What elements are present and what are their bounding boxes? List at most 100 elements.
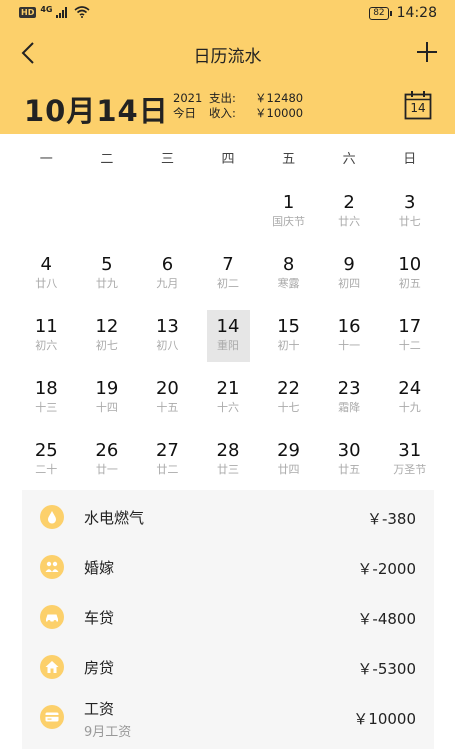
- car-loan-icon: [40, 605, 64, 629]
- lunar-date: 十四: [95, 401, 118, 414]
- transaction-amount: ￥-380: [366, 510, 416, 528]
- lunar-date: 十二: [398, 339, 421, 352]
- transaction-item[interactable]: 车贷 ￥-4800: [22, 592, 434, 642]
- calendar-empty-cell: [137, 184, 198, 246]
- calendar-day[interactable]: 23 霜降: [319, 370, 380, 432]
- calendar-day[interactable]: 19 十四: [77, 370, 138, 432]
- transaction-item[interactable]: 水电燃气 ￥-380: [22, 492, 434, 542]
- day-number: 29: [277, 440, 301, 461]
- lunar-date: 廿二: [156, 463, 179, 476]
- calendar-day[interactable]: 16 十一: [319, 308, 380, 370]
- day-number: 17: [398, 316, 422, 337]
- income-label: 收入:: [209, 106, 236, 120]
- calendar-day[interactable]: 4 廿八: [16, 246, 77, 308]
- status-bar: HD 4G 82 14:28: [0, 0, 455, 28]
- calendar-day[interactable]: 10 初五: [379, 246, 440, 308]
- day-number: 13: [155, 316, 179, 337]
- header-area: HD 4G 82 14:28 日历流水 10月14日 2021 支出: ￥12480…: [0, 0, 455, 134]
- calendar-button[interactable]: 14: [404, 90, 432, 120]
- nav-bar: 日历流水: [0, 34, 455, 74]
- day-number: 22: [277, 378, 301, 399]
- lunar-date: 廿九: [95, 277, 118, 290]
- calendar-day[interactable]: 31 万圣节: [379, 432, 440, 494]
- day-number: 4: [40, 254, 52, 275]
- day-number: 18: [34, 378, 58, 399]
- lunar-date: 十一: [338, 339, 361, 352]
- calendar-day[interactable]: 20 十五: [137, 370, 198, 432]
- weekday-label: 二: [100, 152, 114, 167]
- calendar-day[interactable]: 18 十三: [16, 370, 77, 432]
- day-number: 10: [398, 254, 422, 275]
- day-number: 30: [337, 440, 361, 461]
- calendar-day[interactable]: 27 廿二: [137, 432, 198, 494]
- calendar-day[interactable]: 9 初四: [319, 246, 380, 308]
- page-title: 日历流水: [193, 47, 262, 67]
- calendar-day[interactable]: 1 国庆节: [258, 184, 319, 246]
- status-time: 14:28: [396, 5, 437, 21]
- lunar-date: 廿八: [35, 277, 58, 290]
- transaction-item[interactable]: 房贷 ￥-5300: [22, 642, 434, 692]
- calendar-day[interactable]: 25 二十: [16, 432, 77, 494]
- lunar-date: 万圣节: [393, 463, 427, 476]
- lunar-date: 初六: [35, 339, 58, 352]
- expense-value: ￥12480: [255, 91, 304, 105]
- lunar-date: 重阳: [216, 339, 239, 352]
- calendar-day[interactable]: 6 九月: [137, 246, 198, 308]
- day-number: 21: [216, 378, 240, 399]
- add-icon[interactable]: [415, 40, 439, 64]
- calendar-day[interactable]: 2 廿六: [319, 184, 380, 246]
- lunar-date: 九月: [156, 277, 179, 290]
- calendar-day[interactable]: 5 廿九: [77, 246, 138, 308]
- calendar-icon-day: 14: [410, 101, 426, 115]
- calendar-day[interactable]: 8 寒露: [258, 246, 319, 308]
- calendar-day[interactable]: 17 十二: [379, 308, 440, 370]
- calendar-day[interactable]: 7 初二: [198, 246, 259, 308]
- day-number: 1: [282, 192, 295, 213]
- calendar-day[interactable]: 29 廿四: [258, 432, 319, 494]
- day-number: 11: [34, 316, 58, 337]
- calendar-day[interactable]: 21 十六: [198, 370, 259, 432]
- day-number: 12: [95, 316, 119, 337]
- calendar-day[interactable]: 30 廿五: [319, 432, 380, 494]
- day-number: 16: [337, 316, 361, 337]
- lunar-date: 廿七: [398, 215, 421, 228]
- calendar-day-selected[interactable]: 14 重阳: [198, 308, 259, 370]
- calendar-day[interactable]: 26 廿一: [77, 432, 138, 494]
- calendar-empty-cell: [198, 184, 259, 246]
- day-number: 23: [337, 378, 361, 399]
- mortgage-icon: [40, 655, 64, 679]
- day-number: 14: [216, 316, 240, 337]
- calendar-day[interactable]: 11 初六: [16, 308, 77, 370]
- day-number: 25: [34, 440, 58, 461]
- calendar-day[interactable]: 15 初十: [258, 308, 319, 370]
- summary-year: 2021: [173, 91, 203, 105]
- transaction-name: 房贷: [84, 659, 115, 677]
- calendar-day[interactable]: 12 初七: [77, 308, 138, 370]
- day-number: 6: [161, 254, 174, 275]
- battery-icon: 82: [369, 6, 393, 20]
- hd-icon: HD: [19, 6, 37, 18]
- day-summary: 2021 支出: ￥12480 今日 收入: ￥10000: [173, 91, 303, 121]
- day-number: 20: [155, 378, 179, 399]
- calendar-empty-cell: [16, 184, 77, 246]
- weekday-label: 四: [221, 152, 235, 167]
- transaction-amount: ￥10000: [353, 710, 416, 728]
- transaction-item[interactable]: 婚嫁 ￥-2000: [22, 542, 434, 592]
- lunar-date: 廿三: [216, 463, 239, 476]
- day-number: 19: [95, 378, 119, 399]
- calendar-day[interactable]: 13 初八: [137, 308, 198, 370]
- transaction-list: 水电燃气 ￥-380 婚嫁 ￥-2000 车贷 ￥-4800 房贷 ￥-5300…: [22, 490, 434, 749]
- lunar-date: 初四: [338, 277, 361, 290]
- transaction-item[interactable]: 工资 9月工资 ￥10000: [22, 692, 434, 742]
- lunar-date: 寒露: [277, 277, 300, 290]
- calendar-day[interactable]: 22 十七: [258, 370, 319, 432]
- lunar-date: 初五: [398, 277, 421, 290]
- wifi-icon: [74, 6, 91, 18]
- calendar-day[interactable]: 28 廿三: [198, 432, 259, 494]
- day-number: 27: [155, 440, 179, 461]
- summary-today: 今日: [173, 106, 196, 120]
- calendar-day[interactable]: 3 廿七: [379, 184, 440, 246]
- day-number: 5: [101, 254, 113, 275]
- calendar-day[interactable]: 24 十九: [379, 370, 440, 432]
- weekday-label: 三: [160, 152, 174, 167]
